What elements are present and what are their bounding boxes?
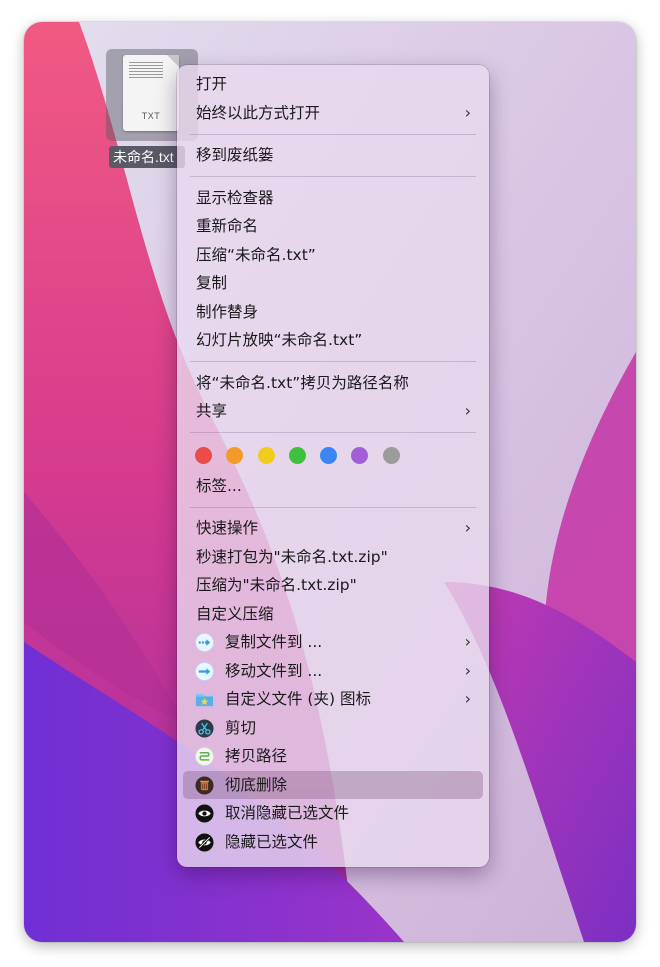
menu-item-move-to-trash[interactable]: 移到废纸篓 — [183, 141, 483, 170]
page-fold — [167, 55, 179, 67]
menu-item-label: 复制文件到 ... — [225, 633, 323, 651]
menu-item-rename[interactable]: 重新命名 — [183, 212, 483, 241]
folder-icon — [195, 693, 214, 707]
chevron-right-icon: › — [464, 632, 471, 651]
desktop-file-name[interactable]: 未命名.txt — [109, 146, 185, 168]
menu-separator — [190, 133, 476, 135]
menu-item-label: 彻底删除 — [225, 775, 288, 794]
menu-item-label: 始终以此方式打开 — [196, 103, 321, 122]
chevron-right-icon: › — [464, 689, 471, 708]
path-icon — [195, 747, 214, 766]
text-lines — [129, 62, 163, 80]
menu-item-label: 压缩“未命名.txt” — [196, 245, 316, 264]
menu-item-label: 共享 — [196, 402, 228, 420]
menu-item-label: 自定义文件 (夹) 图标 — [225, 690, 371, 708]
menu-item-quick-actions[interactable]: 快速操作 › — [183, 514, 483, 543]
menu-item-make-alias[interactable]: 制作替身 — [183, 298, 483, 327]
tag-gray[interactable] — [382, 447, 400, 464]
move-to-arrow-icon — [195, 661, 214, 681]
menu-item-label: 打开 — [196, 75, 228, 93]
menu-item-label: 制作替身 — [196, 302, 259, 321]
menu-item-slideshow[interactable]: 幻灯片放映“未命名.txt” — [183, 326, 483, 355]
menu-item-unhide-selected[interactable]: 取消隐藏已选文件 — [183, 799, 483, 828]
menu-item-show-inspector[interactable]: 显示检查器 — [183, 184, 483, 213]
eye-slash-icon — [195, 832, 214, 852]
txt-document-icon: TXT — [123, 55, 179, 131]
tag-red[interactable] — [195, 447, 212, 464]
menu-item-compress[interactable]: 压缩“未命名.txt” — [183, 241, 483, 270]
menu-item-custom-compress[interactable]: 自定义压缩 — [183, 600, 483, 629]
menu-item-duplicate[interactable]: 复制 — [183, 269, 483, 298]
menu-item-label: 隐藏已选文件 — [225, 832, 319, 851]
screenshot-frame: TXT 未命名.txt 打开 始终以此方式打开 › 移到废纸篓 显示检查器 重新命… — [24, 22, 636, 942]
tag-green[interactable] — [288, 447, 306, 464]
menu-item-label: 幻灯片放映“未命名.txt” — [196, 331, 363, 349]
menu-item-hide-selected[interactable]: 隐藏已选文件 — [183, 828, 483, 857]
tag-blue[interactable] — [320, 447, 338, 464]
menu-item-quick-zip[interactable]: 秒速打包为"未命名.txt.zip" — [183, 543, 483, 572]
chevron-right-icon: › — [464, 401, 471, 420]
menu-item-label: 移到废纸篓 — [196, 146, 274, 164]
menu-item-share[interactable]: 共享 › — [183, 397, 483, 426]
menu-item-label: 秒速打包为"未命名.txt.zip" — [196, 547, 388, 566]
menu-separator — [190, 361, 476, 362]
menu-item-copy-file-to[interactable]: 复制文件到 ... › — [183, 628, 483, 657]
chevron-right-icon: › — [464, 102, 471, 122]
menu-item-open[interactable]: 打开 — [183, 70, 483, 99]
menu-item-move-file-to[interactable]: 移动文件到 ... › — [183, 657, 483, 686]
trash-icon — [195, 775, 214, 795]
menu-item-label: 快速操作 — [196, 519, 259, 537]
context-menu: 打开 始终以此方式打开 › 移到废纸篓 显示检查器 重新命名 压缩“未命名.txt… — [177, 65, 489, 867]
menu-item-label: 取消隐藏已选文件 — [225, 804, 350, 822]
menu-item-label: 剪切 — [225, 718, 257, 737]
menu-separator — [190, 176, 476, 177]
menu-item-label: 标签... — [196, 476, 242, 495]
scissors-icon — [195, 718, 214, 738]
tag-orange[interactable] — [226, 447, 244, 464]
menu-separator — [190, 432, 476, 433]
menu-item-compress-as[interactable]: 压缩为"未命名.txt.zip" — [183, 571, 483, 600]
chevron-right-icon: › — [464, 518, 471, 537]
tag-yellow[interactable] — [257, 447, 275, 464]
copy-to-arrow-icon — [195, 633, 214, 652]
tag-purple[interactable] — [351, 447, 369, 464]
file-type-label: TXT — [141, 111, 161, 121]
menu-item-open-with[interactable]: 始终以此方式打开 › — [183, 99, 483, 128]
menu-item-label: 复制 — [196, 274, 228, 292]
menu-item-label: 将“未命名.txt”拷贝为路径名称 — [196, 373, 409, 392]
menu-item-custom-folder-icon[interactable]: 自定义文件 (夹) 图标 › — [183, 685, 483, 714]
eye-icon — [195, 804, 214, 823]
menu-item-label: 重新命名 — [196, 217, 259, 235]
menu-item-copy-path[interactable]: 拷贝路径 — [183, 742, 483, 771]
chevron-right-icon: › — [464, 660, 471, 680]
menu-item-label: 移动文件到 ... — [225, 661, 323, 680]
tag-color-row — [183, 440, 483, 472]
menu-item-delete-permanently[interactable]: 彻底删除 — [183, 770, 483, 799]
menu-item-cut[interactable]: 剪切 — [183, 714, 483, 743]
menu-item-label: 自定义压缩 — [196, 604, 274, 623]
menu-item-label: 压缩为"未命名.txt.zip" — [196, 576, 357, 594]
menu-item-copy-as-pathname[interactable]: 将“未命名.txt”拷贝为路径名称 — [183, 369, 483, 398]
menu-item-label: 显示检查器 — [196, 188, 274, 207]
menu-separator — [190, 506, 476, 508]
menu-item-label: 拷贝路径 — [225, 747, 288, 765]
menu-item-tags[interactable]: 标签... — [183, 472, 483, 501]
